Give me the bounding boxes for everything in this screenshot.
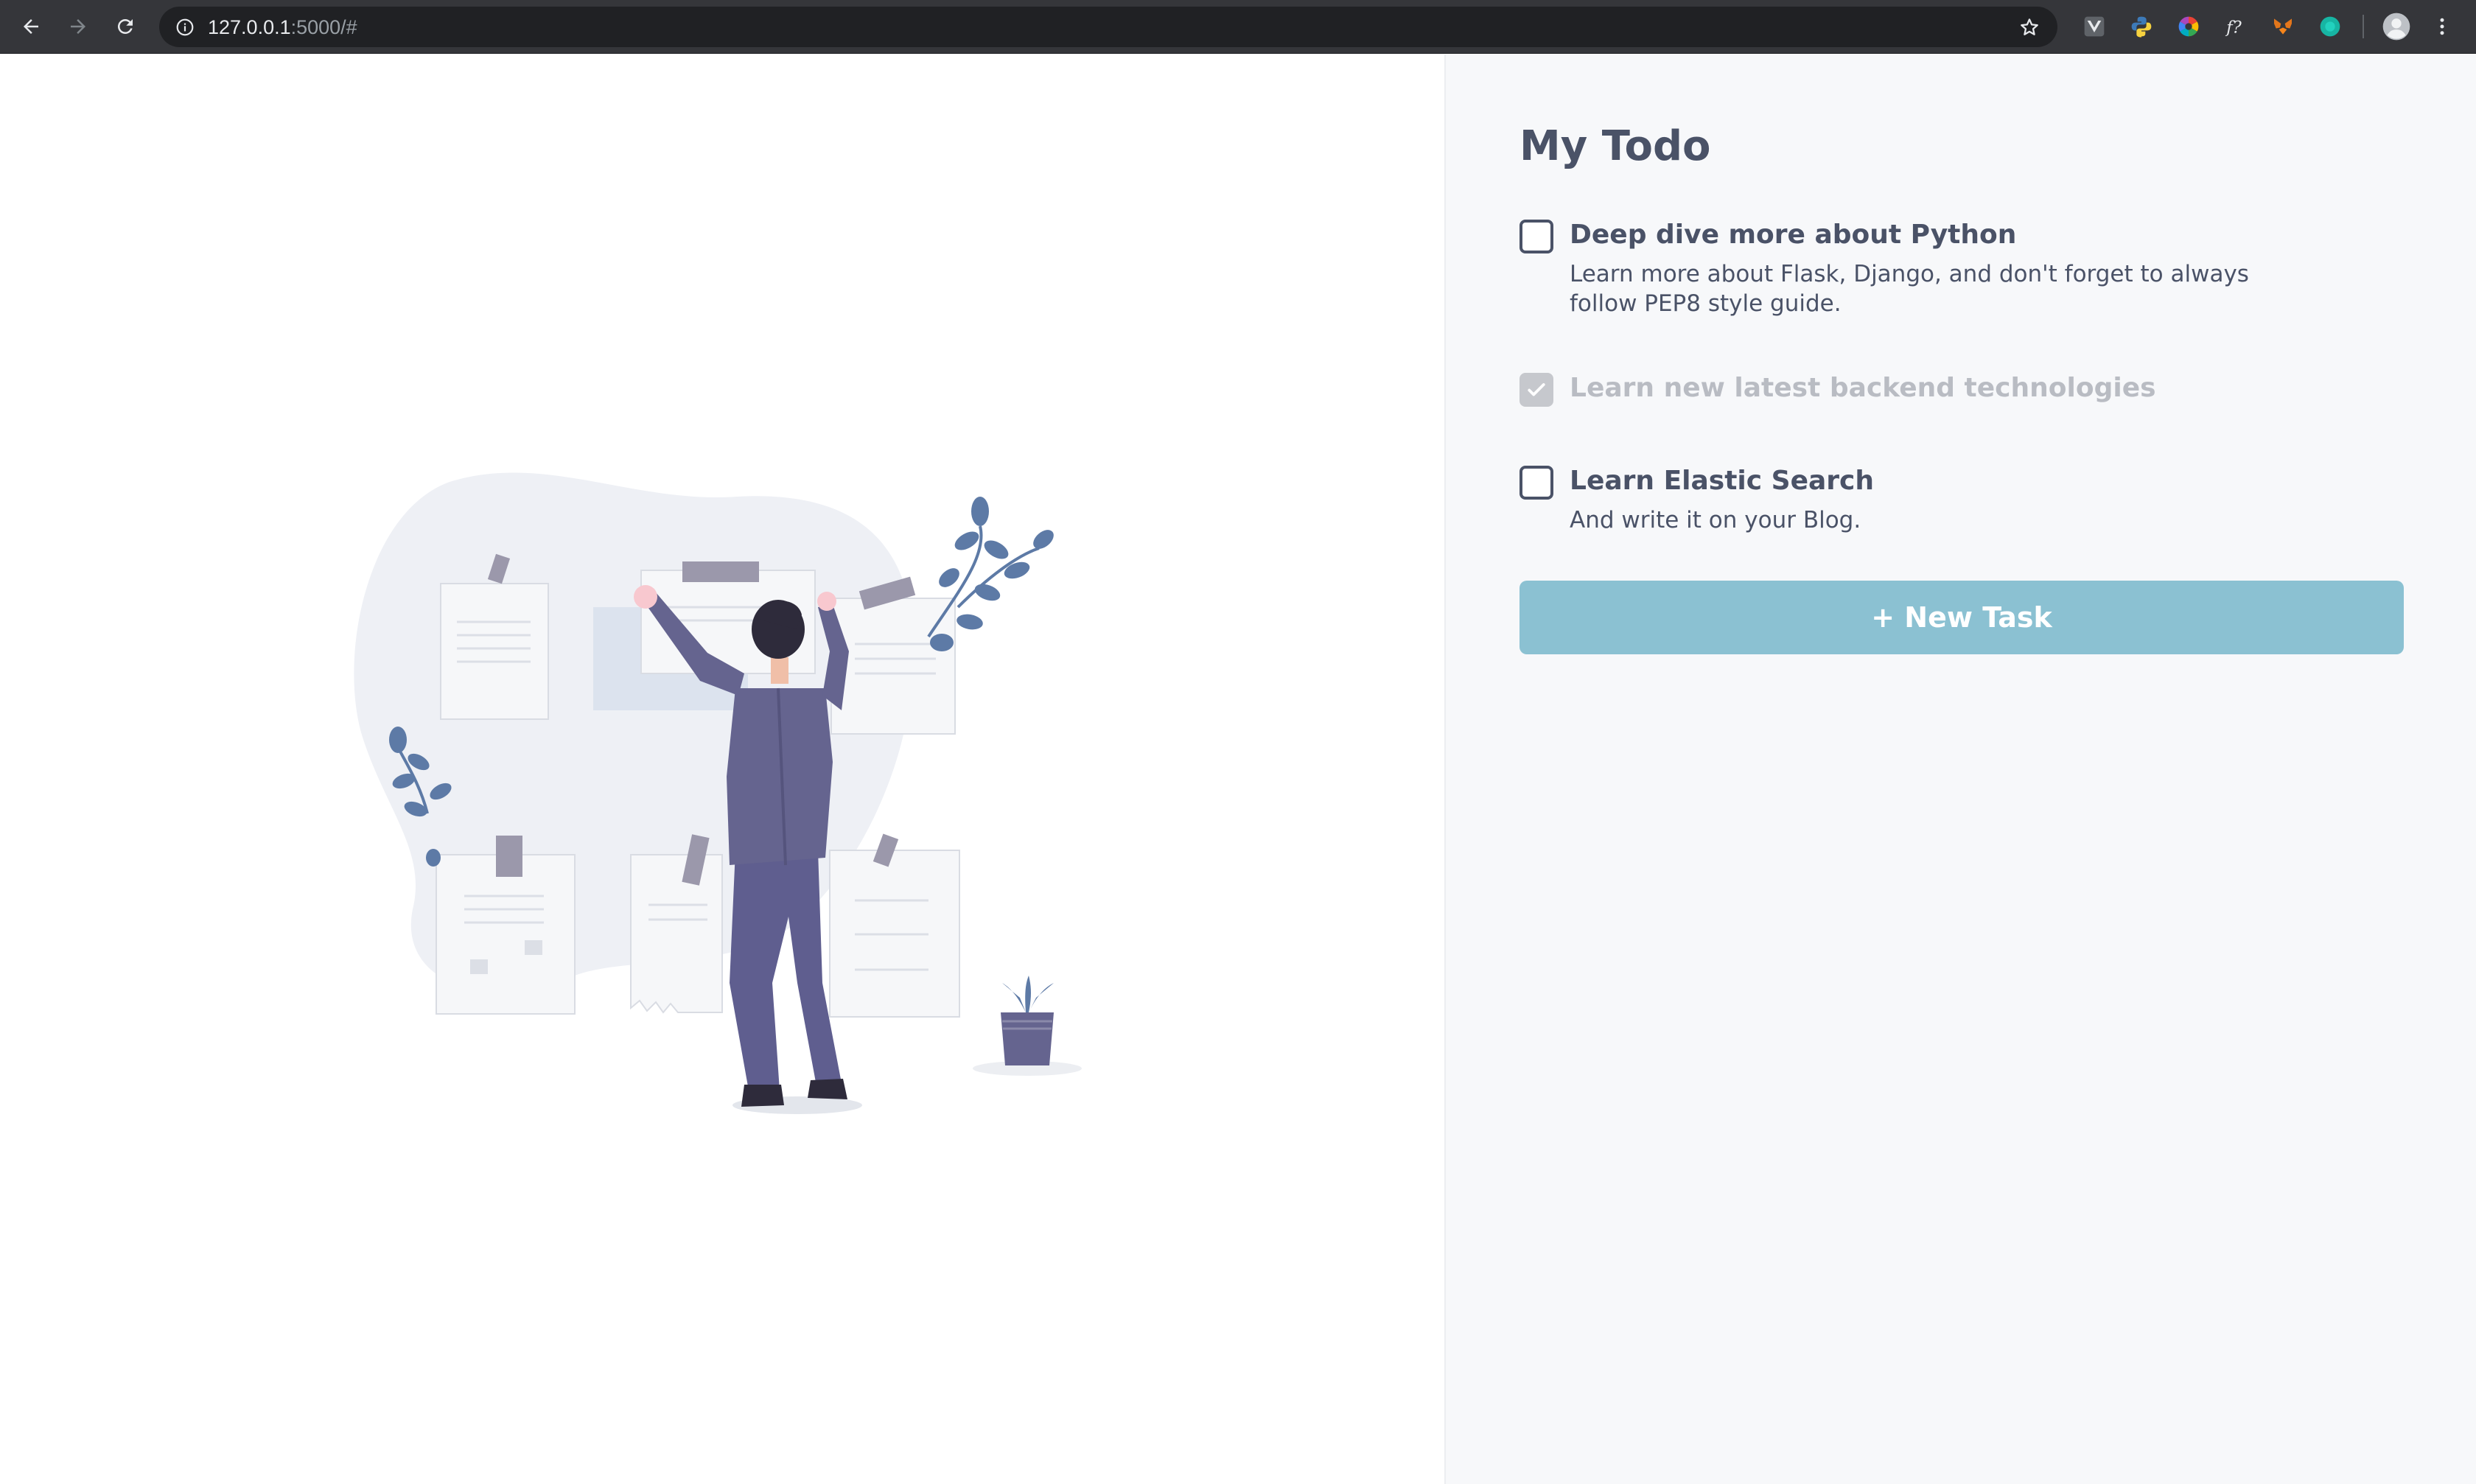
url-host: 127.0.0.1 xyxy=(208,16,291,38)
potted-plant xyxy=(973,976,1082,1076)
illustration-pane xyxy=(0,55,1444,1484)
forward-button[interactable] xyxy=(62,10,94,43)
python-icon[interactable] xyxy=(2128,13,2155,40)
bookmark-star-button[interactable] xyxy=(2016,14,2043,41)
font-icon[interactable]: f? xyxy=(2223,13,2249,40)
note-bottom-center xyxy=(630,834,723,1014)
task-board-illustration xyxy=(354,472,1082,1114)
browser-toolbar: 127.0.0.1:5000/# f? xyxy=(0,0,2476,54)
todo-panel: My Todo Deep dive more about Python Lear… xyxy=(1444,55,2476,1484)
browser-menu-icon[interactable] xyxy=(2429,13,2455,40)
task-description: And write it on your Blog. xyxy=(1570,507,1861,533)
site-info-icon[interactable] xyxy=(174,16,196,38)
task-checkbox[interactable] xyxy=(1519,373,1553,407)
reload-button[interactable] xyxy=(109,10,141,43)
arrow-right-icon xyxy=(71,19,85,34)
task-item: Learn Elastic Search And write it on you… xyxy=(1519,466,2419,539)
task-item: Deep dive more about Python Learn more a… xyxy=(1519,220,2419,320)
checkmark-icon xyxy=(1528,383,1545,396)
new-task-button[interactable]: + New Task xyxy=(1519,581,2404,654)
task-item: Learn new latest backend technologies xyxy=(1519,373,2419,410)
toolbar-divider xyxy=(2363,15,2364,38)
address-bar[interactable]: 127.0.0.1:5000/# xyxy=(159,7,2057,47)
task-title[interactable]: Learn new latest backend technologies xyxy=(1570,370,2156,407)
url-text: 127.0.0.1:5000/# xyxy=(208,15,357,40)
back-button[interactable] xyxy=(15,10,47,43)
metamask-icon[interactable] xyxy=(2270,13,2296,40)
task-checkbox[interactable] xyxy=(1519,220,1553,253)
vue-devtools-icon[interactable] xyxy=(2081,13,2108,40)
arrow-left-icon xyxy=(24,19,38,34)
note-bottom-right xyxy=(829,833,960,1018)
profile-avatar-icon[interactable] xyxy=(2382,12,2411,41)
url-path: :5000/# xyxy=(290,16,357,38)
note-top-right xyxy=(830,576,956,735)
note-bottom-left xyxy=(436,836,576,1015)
task-title[interactable]: Learn Elastic Search xyxy=(1570,463,1874,500)
color-wheel-icon[interactable] xyxy=(2175,13,2202,40)
task-checkbox[interactable] xyxy=(1519,466,1553,500)
reload-icon xyxy=(117,18,133,34)
teal-circle-icon[interactable] xyxy=(2317,13,2343,40)
page-title: My Todo xyxy=(1519,122,1711,170)
svg-text:f?: f? xyxy=(2225,18,2242,38)
star-icon xyxy=(2021,18,2038,35)
task-title[interactable]: Deep dive more about Python xyxy=(1570,217,2016,253)
task-description: Learn more about Flask, Django, and don'… xyxy=(1570,261,2249,317)
